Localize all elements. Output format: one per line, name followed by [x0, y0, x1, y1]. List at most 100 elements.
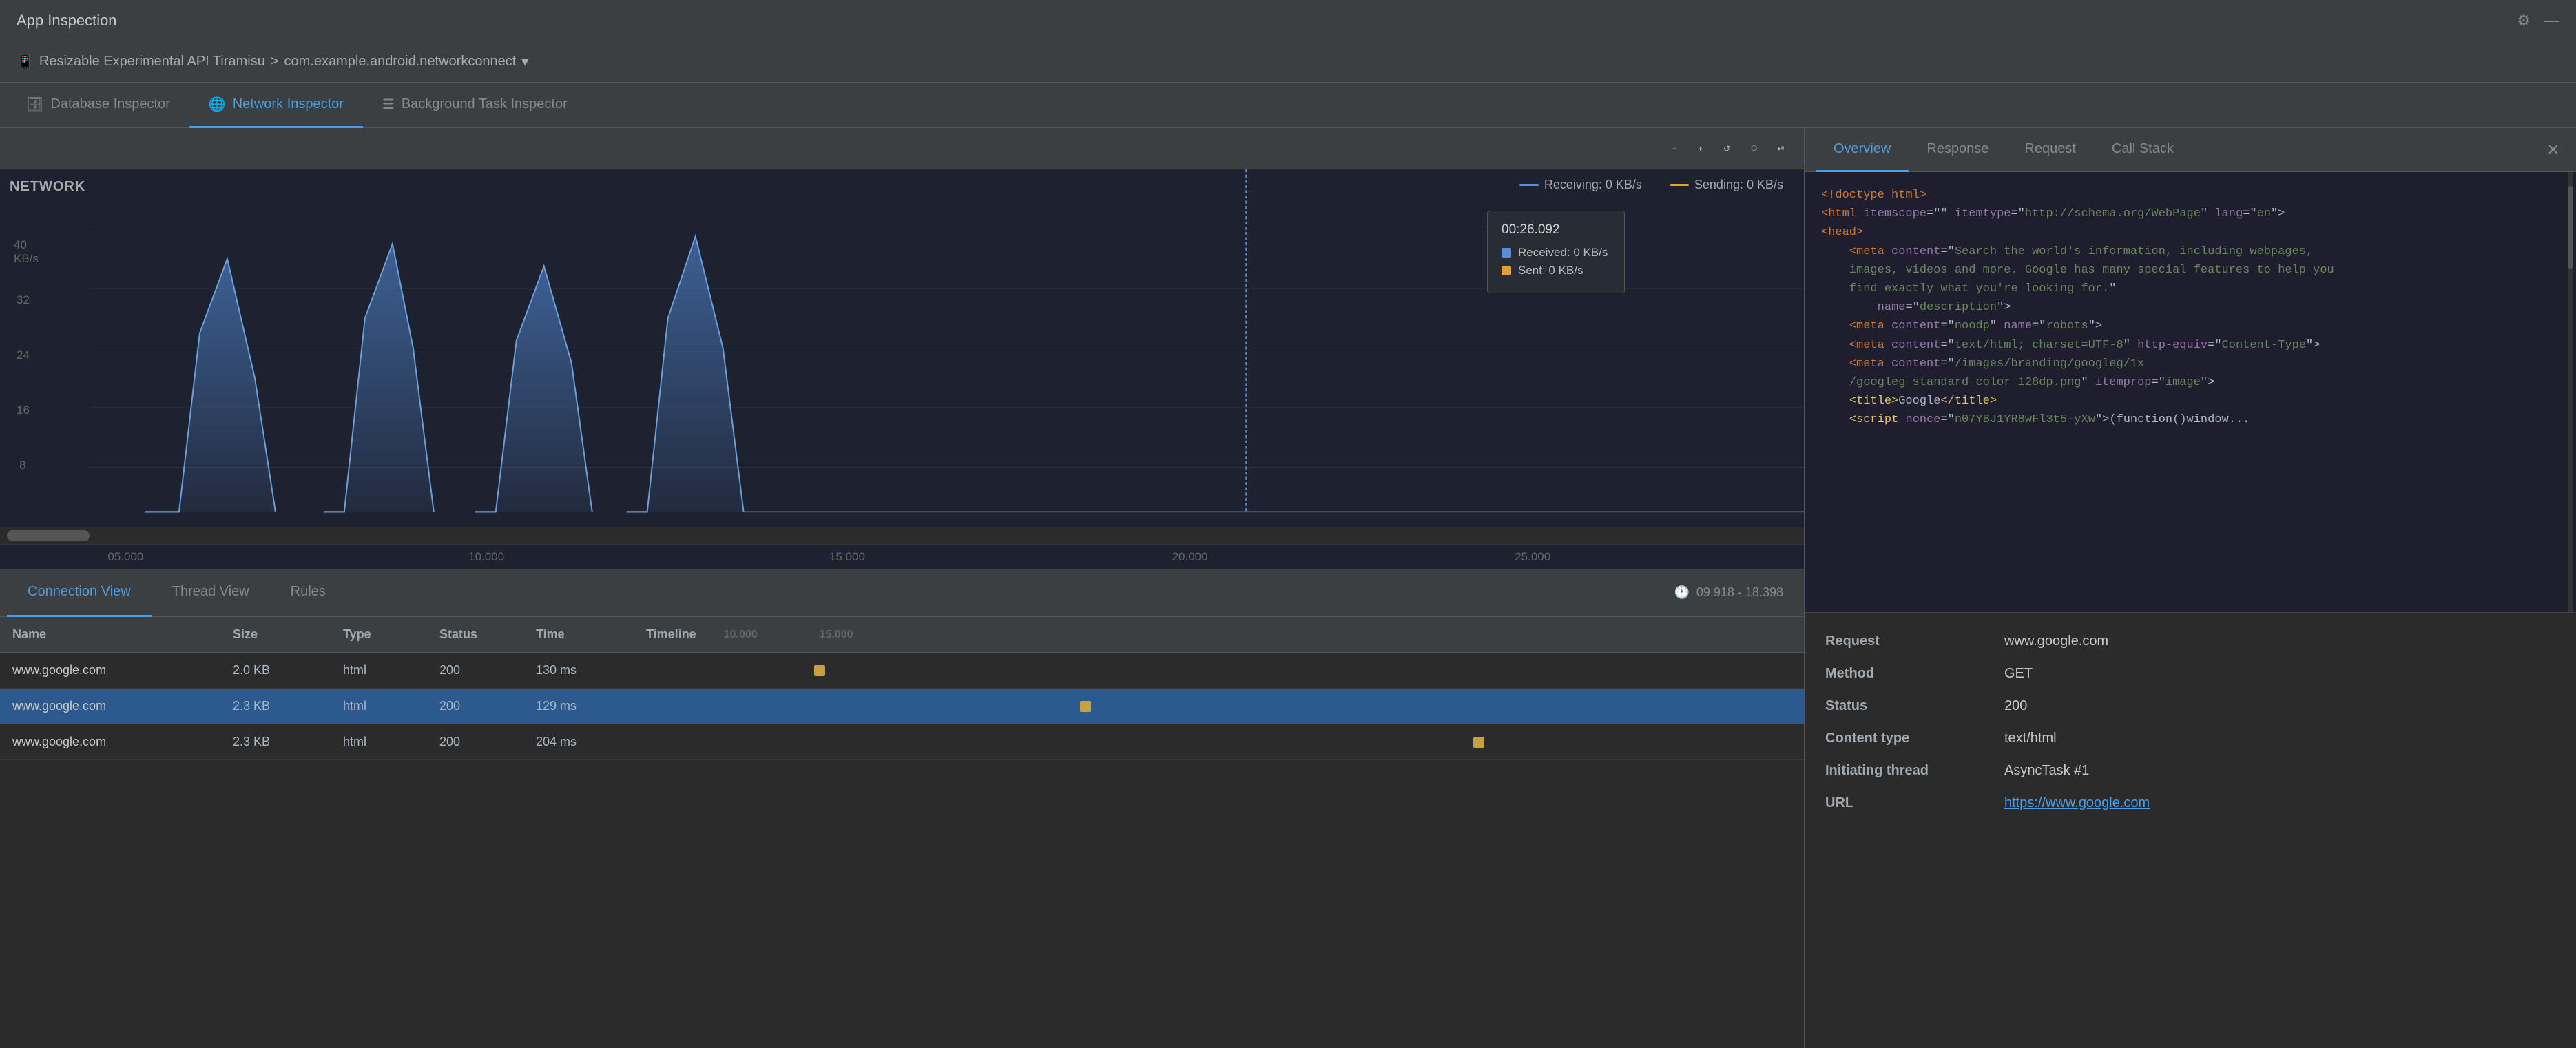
sub-tab-connection[interactable]: Connection View: [7, 569, 152, 617]
main-layout: − + ↺ ⏱ ⏯ NETWORK 40 KB/s 32 24 16 8: [0, 128, 2576, 1048]
tab-database[interactable]: 🗄 Database Inspector: [7, 83, 189, 128]
dropdown-icon[interactable]: ▾: [521, 53, 528, 70]
code-scrollbar-thumb[interactable]: [2568, 186, 2573, 269]
close-button[interactable]: ✕: [2542, 138, 2565, 162]
chart-tooltip: 00:26.092 Received: 0 KB/s Sent: 0 KB/s: [1487, 211, 1625, 293]
callstack-tab-label: Call Stack: [2112, 141, 2174, 157]
title-bar: App Inspection ⚙ —: [0, 0, 2576, 41]
y-label-8: 8: [19, 459, 25, 472]
row2-timeline: [641, 689, 1797, 724]
tasks-tab-label: Background Task Inspector: [402, 96, 568, 112]
row3-name: www.google.com: [7, 735, 227, 749]
row2-type: html: [337, 699, 434, 713]
table-header: Name Size Type Status Time Timeline 10.0…: [0, 617, 1804, 653]
row2-status: 200: [434, 699, 530, 713]
chart-scrollbar[interactable]: [0, 527, 1804, 544]
sub-tab-bar: Connection View Thread View Rules 🕐 09.9…: [0, 569, 1804, 617]
detail-tab-callstack[interactable]: Call Stack: [2094, 128, 2192, 172]
tooltip-received: Received: 0 KB/s: [1502, 246, 1610, 260]
code-line: <meta content="text/html; charset=UTF-8"…: [1821, 336, 2559, 355]
sending-label: Sending: 0 KB/s: [1694, 178, 1783, 192]
time-tick-10: 10.000: [468, 550, 504, 564]
code-view: <!doctype html> <html itemscope="" itemt…: [1805, 172, 2576, 613]
col-timeline[interactable]: Timeline 10.000 15.000: [641, 627, 1797, 642]
code-line: name="description">: [1821, 298, 2559, 317]
detail-request-row: Request www.google.com: [1825, 633, 2555, 649]
row1-size: 2.0 KB: [227, 663, 337, 678]
detail-tab-response[interactable]: Response: [1909, 128, 2006, 172]
code-line: find exactly what you're looking for.": [1821, 280, 2559, 298]
sub-tab-rules[interactable]: Rules: [270, 569, 346, 617]
code-line: <meta content="noodp" name="robots">: [1821, 317, 2559, 335]
col-name[interactable]: Name: [7, 627, 227, 642]
col-status[interactable]: Status: [434, 627, 530, 642]
col-size[interactable]: Size: [227, 627, 337, 642]
network-tab-icon: 🌐: [209, 96, 226, 113]
initiating-thread-key: Initiating thread: [1825, 763, 2004, 779]
code-scrollbar[interactable]: [2568, 172, 2573, 612]
code-line: <!doctype html>: [1821, 186, 2559, 205]
minimize-icon[interactable]: —: [2544, 12, 2559, 30]
table-row[interactable]: www.google.com 2.3 KB html 200 204 ms: [0, 724, 1804, 760]
chart-svg: Receiving: 0 KB/s Sending: 0 KB/s 00:26.…: [90, 169, 1804, 527]
network-tab-label: Network Inspector: [233, 96, 344, 112]
y-label-24: 24: [17, 348, 30, 362]
rules-tab-label: Rules: [291, 584, 326, 600]
detail-tab-request[interactable]: Request: [2006, 128, 2094, 172]
tasks-tab-icon: ☰: [382, 96, 395, 113]
chart-toolbar: − + ↺ ⏱ ⏯: [0, 128, 1804, 169]
receiving-label: Receiving: 0 KB/s: [1544, 178, 1642, 192]
tab-network[interactable]: 🌐 Network Inspector: [189, 83, 363, 128]
reset-icon[interactable]: ↺: [1723, 144, 1730, 154]
time-range-display: 🕐 09.918 - 18.398: [1660, 569, 1797, 616]
status-value: 200: [2004, 698, 2027, 714]
zoom-in-icon[interactable]: +: [1698, 144, 1703, 154]
code-line: <meta content="Search the world's inform…: [1821, 242, 2559, 261]
time-tick-25: 25.000: [1515, 550, 1550, 564]
row3-type: html: [337, 735, 434, 749]
code-line: <script nonce="n07YBJ1YR8wFl3t5-yXw">(fu…: [1821, 410, 2559, 429]
time-tick-15: 15.000: [829, 550, 865, 564]
receiving-legend: Receiving: 0 KB/s: [1519, 178, 1642, 192]
time-icon[interactable]: ⏱: [1751, 143, 1757, 154]
table-row[interactable]: www.google.com 2.3 KB html 200 129 ms: [0, 689, 1804, 724]
breadcrumb-bar: 📱 Resizable Experimental API Tiramisu > …: [0, 41, 2576, 83]
scrollbar-thumb[interactable]: [7, 530, 90, 541]
overview-tab-label: Overview: [1834, 141, 1891, 157]
url-value[interactable]: https://www.google.com: [2004, 795, 2150, 811]
code-line: /googleg_standard_color_128dp.png" itemp…: [1821, 373, 2559, 392]
sub-tab-thread[interactable]: Thread View: [152, 569, 270, 617]
left-panel: − + ↺ ⏱ ⏯ NETWORK 40 KB/s 32 24 16 8: [0, 128, 1805, 1048]
play-icon[interactable]: ⏯: [1778, 143, 1785, 154]
detail-tab-overview[interactable]: Overview: [1816, 128, 1909, 172]
time-axis: 05.000 10.000 15.000 20.000 25.000 30.00…: [0, 544, 1804, 569]
code-line: <head>: [1821, 223, 2559, 242]
table-row[interactable]: www.google.com 2.0 KB html 200 130 ms: [0, 653, 1804, 689]
detail-header: Overview Response Request Call Stack ✕: [1805, 128, 2576, 172]
row2-size: 2.3 KB: [227, 699, 337, 713]
device-label: Resizable Experimental API Tiramisu: [39, 54, 265, 70]
initiating-thread-value: AsyncTask #1: [2004, 763, 2089, 779]
tab-tasks[interactable]: ☰ Background Task Inspector: [363, 83, 587, 128]
request-tab-label: Request: [2024, 141, 2076, 157]
tooltip-time: 00:26.092: [1502, 222, 1610, 238]
detail-status-row: Status 200: [1825, 698, 2555, 714]
col-time[interactable]: Time: [530, 627, 641, 642]
tab-bar: 🗄 Database Inspector 🌐 Network Inspector…: [0, 83, 2576, 128]
col-type[interactable]: Type: [337, 627, 434, 642]
row1-timeline: [641, 653, 1797, 688]
title-bar-icons: ⚙ —: [2517, 12, 2559, 30]
detail-initiating-thread-row: Initiating thread AsyncTask #1: [1825, 763, 2555, 779]
connection-table[interactable]: Name Size Type Status Time Timeline 10.0…: [0, 617, 1804, 1048]
row3-size: 2.3 KB: [227, 735, 337, 749]
sending-legend: Sending: 0 KB/s: [1670, 178, 1783, 192]
package-name: com.example.android.networkconnect: [284, 54, 517, 70]
y-label-40: 40 KB/s: [14, 238, 39, 266]
row1-status: 200: [434, 663, 530, 678]
y-label-16: 16: [17, 404, 30, 417]
right-panel: Overview Response Request Call Stack ✕ <…: [1805, 128, 2576, 1048]
settings-icon[interactable]: ⚙: [2517, 12, 2531, 30]
separator-icon: >: [271, 54, 279, 70]
zoom-out-icon[interactable]: −: [1672, 144, 1677, 154]
row2-time: 129 ms: [530, 699, 641, 713]
